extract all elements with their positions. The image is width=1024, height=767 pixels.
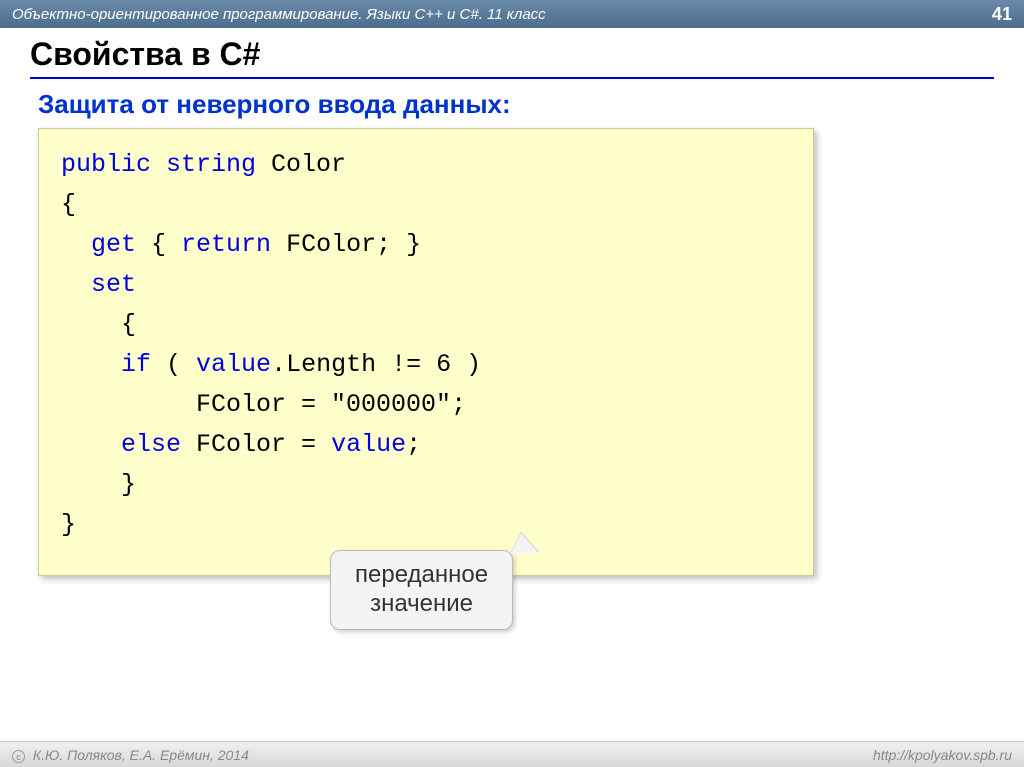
callout-line2: значение	[355, 590, 488, 619]
code-text: }	[61, 470, 136, 499]
slide-title: Свойства в C#	[30, 36, 994, 73]
code-text: public	[61, 150, 151, 179]
footer-left: c К.Ю. Поляков, Е.А. Ерёмин, 2014	[12, 747, 873, 763]
code-text: string	[166, 150, 256, 179]
callout-tail-icon	[511, 533, 539, 553]
code-text: set	[91, 270, 136, 299]
code-text: Color	[256, 150, 346, 179]
code-text: else	[121, 430, 181, 459]
title-underline	[30, 77, 994, 79]
code-text: {	[61, 190, 76, 219]
code-text: if	[121, 350, 151, 379]
code-text: (	[151, 350, 196, 379]
footer-url: http://kpolyakov.spb.ru	[873, 747, 1012, 763]
copyright-icon: c	[12, 750, 25, 763]
slide-subtitle: Защита от неверного ввода данных:	[30, 89, 994, 120]
footer-copyright: К.Ю. Поляков, Е.А. Ерёмин, 2014	[33, 747, 249, 763]
code-text: .Length != 6 )	[271, 350, 481, 379]
header-bar: Объектно-ориентированное программировани…	[0, 0, 1024, 28]
callout-line1: переданное	[355, 561, 488, 590]
footer-bar: c К.Ю. Поляков, Е.А. Ерёмин, 2014 http:/…	[0, 741, 1024, 767]
callout-wrapper: переданное значение	[330, 550, 513, 630]
code-text: FColor =	[181, 430, 331, 459]
code-text: return	[181, 230, 271, 259]
callout: переданное значение	[330, 550, 513, 630]
page-number: 41	[992, 4, 1012, 25]
code-text: ;	[406, 430, 421, 459]
code-text: value	[196, 350, 271, 379]
code-box: public string Color { get { return FColo…	[38, 128, 814, 576]
code-text: {	[136, 230, 181, 259]
header-title: Объектно-ориентированное программировани…	[12, 6, 992, 23]
code-text: FColor; }	[271, 230, 421, 259]
code-text: value	[331, 430, 406, 459]
code-text: get	[91, 230, 136, 259]
main-content: Свойства в C# Защита от неверного ввода …	[0, 28, 1024, 576]
code-text: }	[61, 510, 76, 539]
code-text: FColor = "000000";	[61, 390, 466, 419]
code-text: {	[61, 310, 136, 339]
